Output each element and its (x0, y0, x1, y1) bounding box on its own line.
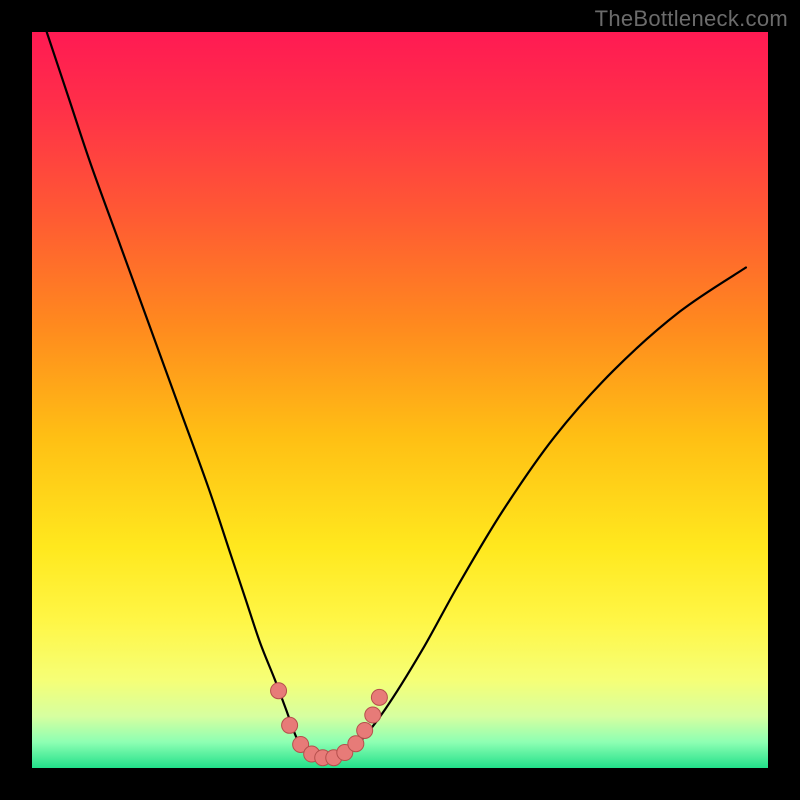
chart-svg (32, 32, 768, 768)
plot-area (32, 32, 768, 768)
gradient-background (32, 32, 768, 768)
marker-point (271, 683, 287, 699)
marker-point (365, 707, 381, 723)
marker-point (357, 722, 373, 738)
marker-point (282, 717, 298, 733)
chart-frame: TheBottleneck.com (0, 0, 800, 800)
marker-point (371, 689, 387, 705)
watermark-text: TheBottleneck.com (595, 6, 788, 32)
